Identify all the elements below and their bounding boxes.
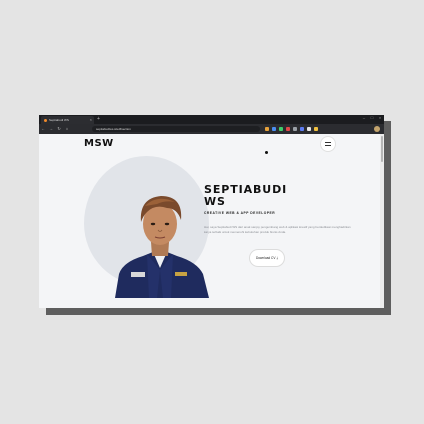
hero-name-line1: SEPTIABUDI: [204, 183, 288, 196]
forward-icon[interactable]: →: [47, 124, 55, 134]
hero-role: CREATIVE WEB & APP DEVELOPER: [204, 211, 276, 215]
page-scrollbar[interactable]: [380, 134, 384, 308]
tab-active[interactable]: Septiabudi WS ×: [41, 116, 94, 124]
reload-icon[interactable]: ↻: [55, 124, 63, 134]
extension-icon[interactable]: [314, 127, 318, 131]
new-tab-button[interactable]: +: [97, 116, 100, 122]
extension-icon[interactable]: [286, 127, 290, 131]
url-text: septiabudiws.site/#section: [96, 127, 131, 131]
browser-toolbar: ← → ↻ ⌂ septiabudiws.site/#section: [39, 124, 384, 134]
cursor-dot: [265, 151, 268, 154]
extension-icon[interactable]: [279, 127, 283, 131]
close-tab-icon[interactable]: ×: [90, 117, 92, 122]
download-cv-label: Download CV: [255, 256, 276, 260]
hero-name-line2: WS: [204, 194, 226, 208]
tab-title: Septiabudi WS: [49, 118, 69, 122]
close-window-icon[interactable]: ×: [378, 116, 382, 120]
menu-line-icon: [325, 145, 331, 146]
home-icon[interactable]: ⌂: [63, 124, 71, 134]
extension-icon[interactable]: [293, 127, 297, 131]
download-icon: ⤓: [276, 256, 279, 260]
extension-icon[interactable]: [265, 127, 269, 131]
back-icon[interactable]: ←: [39, 124, 47, 134]
hamburger-menu-button[interactable]: [320, 136, 336, 152]
profile-avatar[interactable]: [374, 126, 380, 132]
menu-line-icon: [325, 142, 331, 143]
scrollbar-thumb[interactable]: [381, 136, 383, 162]
extension-icon[interactable]: [300, 127, 304, 131]
extension-icon[interactable]: [307, 127, 311, 131]
address-bar[interactable]: septiabudiws.site/#section: [92, 126, 260, 132]
browser-window: Septiabudi WS × + – □ × ← → ↻ ⌂ septiabu…: [39, 115, 384, 308]
favicon-icon: [44, 118, 47, 122]
extensions-area: [265, 127, 318, 131]
tab-strip: Septiabudi WS × + – □ ×: [39, 115, 384, 124]
download-cv-button[interactable]: Download CV ⤓: [249, 249, 285, 267]
extension-icon[interactable]: [272, 127, 276, 131]
profile-portrait: [115, 196, 209, 298]
window-controls: – □ ×: [362, 116, 382, 120]
site-logo[interactable]: MSW: [84, 138, 114, 149]
website-page: MSW SEPTIABUDI WS CREATIVE WEB & APP DEV…: [39, 134, 384, 308]
minimize-icon[interactable]: –: [362, 116, 366, 120]
hero-name: SEPTIABUDI WS: [204, 184, 287, 207]
hero-description: Hai, saya Septiabudi WS dari anak sanjoy…: [204, 225, 351, 234]
maximize-icon[interactable]: □: [370, 116, 374, 120]
